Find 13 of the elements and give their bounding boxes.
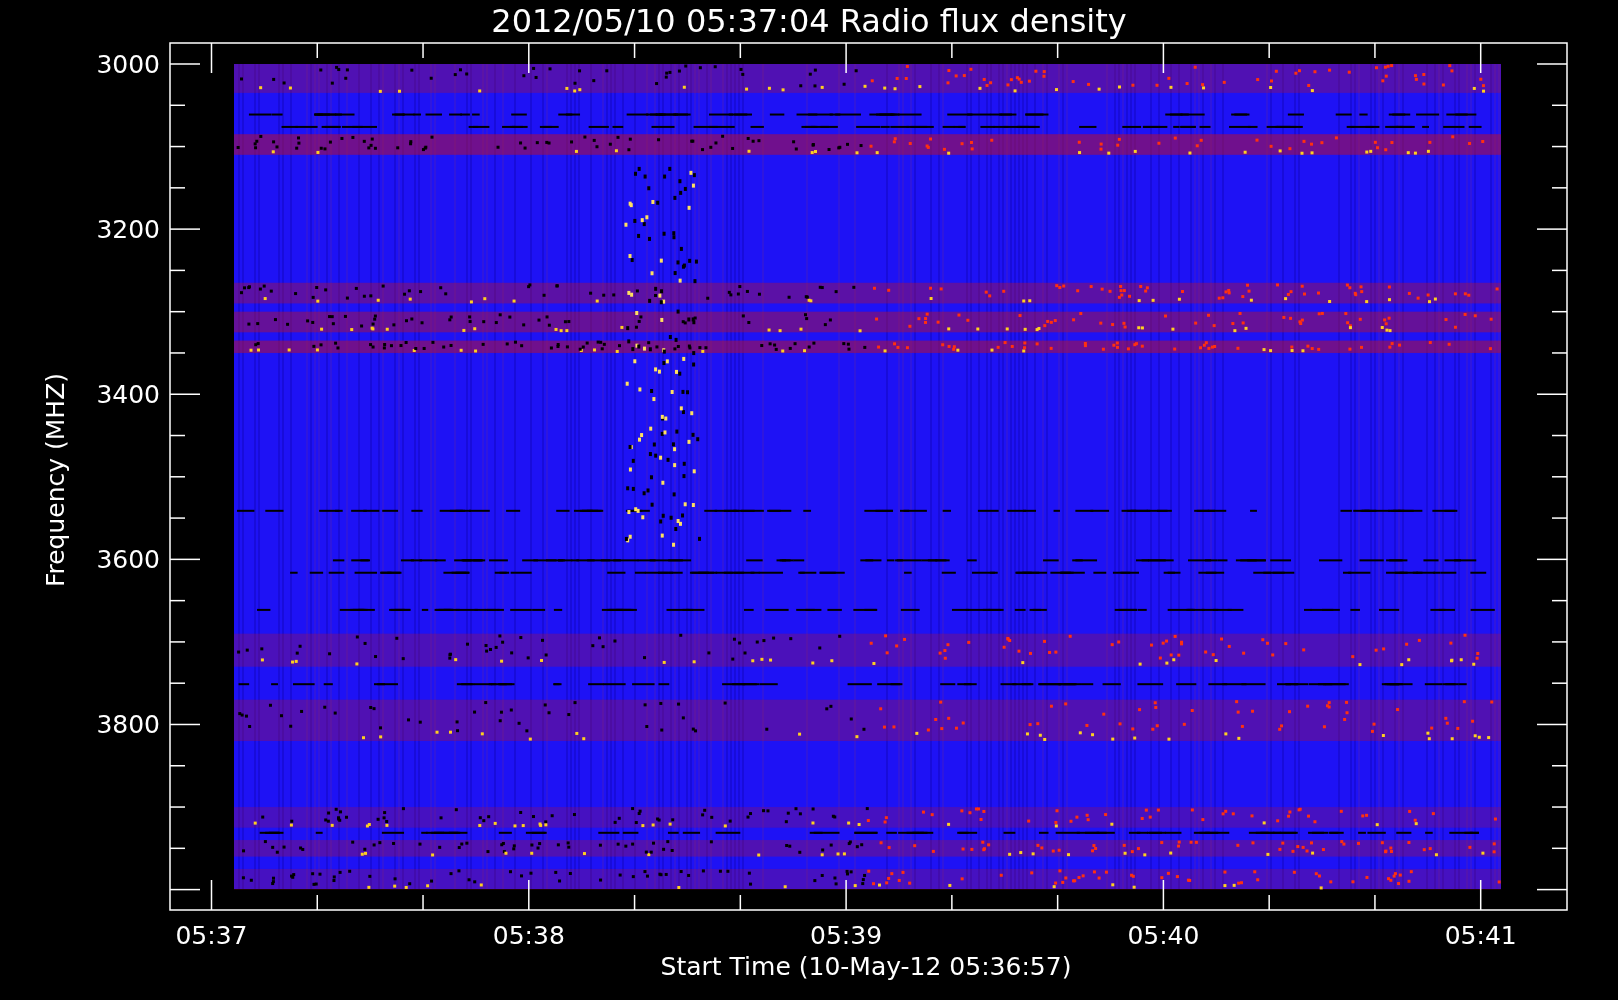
x-tick-label: 05:41 — [1444, 921, 1517, 950]
x-tick-label: 05:37 — [175, 921, 248, 950]
y-tick-label: 3000 — [96, 50, 160, 79]
x-tick-label: 05:40 — [1127, 921, 1200, 950]
x-axis-label: Start Time (10-May-12 05:36:57) — [660, 952, 1072, 981]
y-tick-label: 3400 — [96, 380, 160, 410]
x-tick-label: 05:39 — [810, 921, 883, 950]
y-axis-label: Frequency (MHZ) — [41, 372, 70, 588]
x-tick-label: 05:38 — [492, 921, 565, 950]
plot-title: 2012/05/10 05:37:04 Radio flux density — [491, 2, 1127, 40]
y-tick-label: 3800 — [96, 710, 160, 740]
y-tick-label: 3200 — [96, 215, 160, 245]
y-tick-label: 3600 — [96, 545, 160, 575]
